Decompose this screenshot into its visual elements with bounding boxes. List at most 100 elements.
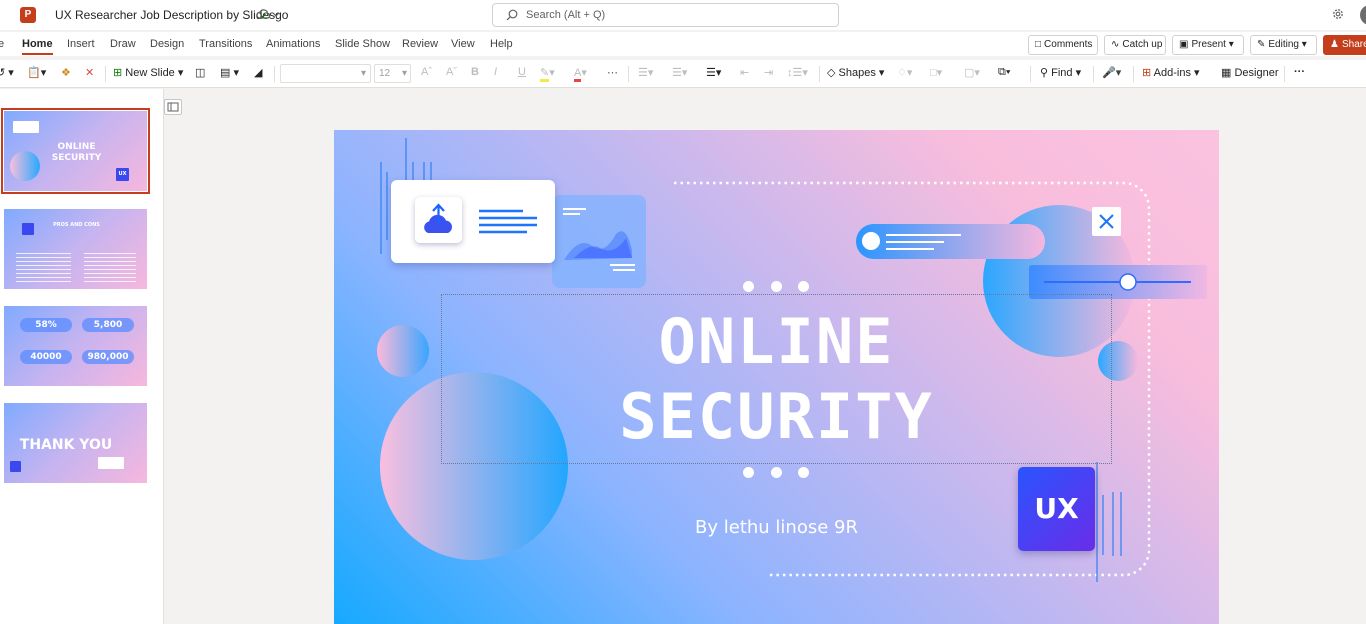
bold-icon[interactable]: B bbox=[471, 66, 479, 78]
increase-font-size-icon[interactable]: Aˆ bbox=[421, 66, 432, 78]
comments-label: Comments bbox=[1044, 39, 1093, 50]
bullets-icon[interactable]: ☰▾ bbox=[638, 66, 653, 79]
powerpoint-logo-icon: P bbox=[20, 7, 36, 23]
slide-thumbnail-pane: ONLINE SECURITY UX PROS AND CONS 58% 5,80… bbox=[0, 89, 164, 624]
home-ribbon: ↺ ▾ 📋▾ ❖ ✕ ⊞ New Slide ▾ ◫ ▤ ▾ ◢ ▾ 12 ▾ A… bbox=[0, 60, 1366, 88]
slide-thumbnail-2[interactable]: PROS AND CONS bbox=[4, 209, 147, 289]
thumb-thank-you: THANK YOU bbox=[19, 437, 113, 453]
slide-title-line-2[interactable]: SECURITY bbox=[334, 380, 1219, 453]
increase-indent-icon[interactable]: ⇥ bbox=[764, 66, 773, 79]
thumb-ux-badge: UX bbox=[116, 168, 129, 181]
user-avatar[interactable] bbox=[1360, 5, 1366, 25]
present-button[interactable]: ▣ Present ▾ bbox=[1172, 35, 1244, 55]
tab-file[interactable]: e bbox=[0, 38, 4, 50]
undo-icon[interactable]: ↺ ▾ bbox=[0, 66, 14, 79]
more-options-icon[interactable]: ··· bbox=[1294, 66, 1305, 78]
settings-gear-icon[interactable] bbox=[1331, 7, 1345, 21]
tab-transitions[interactable]: Transitions bbox=[199, 38, 252, 50]
slide-thumbnail-1[interactable]: ONLINE SECURITY UX bbox=[1, 108, 150, 194]
tab-draw[interactable]: Draw bbox=[110, 38, 136, 50]
layout-icon[interactable]: ▤ ▾ bbox=[220, 66, 239, 79]
thumb-stat-pill: 5,800 bbox=[82, 318, 134, 332]
shapes-label: Shapes bbox=[838, 67, 876, 79]
paste-icon[interactable]: 📋▾ bbox=[27, 66, 46, 79]
underline-icon[interactable]: U bbox=[518, 66, 526, 78]
slide-subtitle[interactable]: By lethu linose 9R bbox=[664, 517, 889, 538]
thumb-ux-badge bbox=[10, 461, 21, 472]
panel-icon bbox=[167, 102, 179, 112]
font-color-icon[interactable]: A▾ bbox=[574, 66, 587, 82]
tab-view[interactable]: View bbox=[451, 38, 475, 50]
tab-help[interactable]: Help bbox=[490, 38, 513, 50]
divider bbox=[1093, 66, 1094, 82]
thumb-icon-box bbox=[22, 223, 34, 235]
share-button[interactable]: ♟ Share bbox=[1323, 35, 1366, 55]
comments-button[interactable]: □ Comments bbox=[1028, 35, 1098, 55]
shape-fill-icon[interactable]: ♢▾ bbox=[897, 66, 912, 79]
pencil-icon: ✎ bbox=[1257, 39, 1266, 50]
thumb-text-lines bbox=[84, 253, 136, 283]
slide-thumbnail-3[interactable]: 58% 5,800 40000 980,000 bbox=[4, 306, 147, 386]
slide-background-icon[interactable]: ◢ bbox=[254, 66, 262, 79]
saved-to-cloud-icon[interactable] bbox=[255, 7, 271, 23]
reuse-slides-icon[interactable]: ◫ bbox=[195, 66, 205, 79]
dot bbox=[771, 467, 782, 478]
new-slide-button[interactable]: ⊞ New Slide ▾ bbox=[113, 66, 183, 79]
shape-outline-icon[interactable]: □▾ bbox=[930, 66, 942, 79]
find-label: Find bbox=[1051, 67, 1073, 79]
divider bbox=[1284, 66, 1285, 82]
catch-up-button[interactable]: ∿ Catch up bbox=[1104, 35, 1166, 55]
clear-formatting-icon[interactable]: ✕ bbox=[85, 66, 94, 79]
dot bbox=[743, 467, 754, 478]
highlight-color-icon[interactable]: ✎▾ bbox=[540, 66, 555, 82]
font-size-select[interactable]: 12 ▾ bbox=[374, 64, 411, 83]
decrease-indent-icon[interactable]: ⇤ bbox=[740, 66, 749, 79]
format-painter-icon[interactable]: ❖ bbox=[61, 66, 71, 79]
slide-title-line-1[interactable]: ONLINE bbox=[334, 305, 1219, 378]
ribbon-tabs: e Home Insert Draw Design Transitions An… bbox=[0, 32, 1366, 56]
document-title[interactable]: UX Researcher Job Description by Slidesg… bbox=[55, 8, 288, 22]
arrange-icon[interactable]: ⧉▾ bbox=[998, 66, 1010, 79]
divider bbox=[274, 66, 275, 82]
shapes-icon: ◇ bbox=[827, 67, 836, 79]
toggle-pill bbox=[856, 224, 1045, 259]
editing-mode-button[interactable]: ✎ Editing ▾ bbox=[1250, 35, 1317, 55]
add-ins-icon: ⊞ bbox=[1142, 67, 1152, 79]
tab-slide-show[interactable]: Slide Show bbox=[335, 38, 390, 50]
thumb-heading: PROS AND CONS bbox=[53, 222, 100, 228]
dot bbox=[798, 281, 809, 292]
dot bbox=[743, 281, 754, 292]
chevron-down-icon[interactable] bbox=[272, 12, 280, 18]
slide-thumbnail-4[interactable]: THANK YOU bbox=[4, 403, 147, 483]
catch-up-label: Catch up bbox=[1122, 39, 1163, 50]
more-font-options-icon[interactable]: ⋯ bbox=[607, 66, 618, 79]
tab-design[interactable]: Design bbox=[150, 38, 184, 50]
tab-home[interactable]: Home bbox=[22, 38, 53, 55]
search-placeholder: Search (Alt + Q) bbox=[526, 9, 606, 21]
thumb-stat-pill: 40000 bbox=[20, 350, 72, 364]
upload-card bbox=[391, 180, 555, 263]
italic-icon[interactable]: I bbox=[494, 66, 497, 78]
line-spacing-icon[interactable]: ↕☰▾ bbox=[787, 66, 808, 79]
add-ins-button[interactable]: ⊞ Add-ins ▾ bbox=[1142, 66, 1200, 79]
activity-icon: ∿ bbox=[1111, 39, 1120, 50]
font-name-select[interactable]: ▾ bbox=[280, 64, 371, 83]
collapse-pane-icon[interactable] bbox=[164, 99, 182, 115]
decrease-font-size-icon[interactable]: Aˇ bbox=[446, 66, 457, 78]
share-label: Share bbox=[1341, 39, 1366, 50]
tab-animations[interactable]: Animations bbox=[266, 38, 320, 50]
designer-button[interactable]: ▦ Designer bbox=[1221, 66, 1279, 79]
divider bbox=[1030, 66, 1031, 82]
find-button[interactable]: ⚲ Find ▾ bbox=[1040, 66, 1081, 79]
dictate-microphone-icon[interactable]: 🎤▾ bbox=[1102, 66, 1121, 79]
tab-insert[interactable]: Insert bbox=[67, 38, 95, 50]
search-icon bbox=[506, 9, 518, 21]
tab-review[interactable]: Review bbox=[402, 38, 438, 50]
share-icon: ♟ bbox=[1330, 39, 1339, 50]
slide-canvas[interactable]: ONLINE SECURITY By lethu linose 9R UX bbox=[334, 130, 1219, 624]
search-input[interactable]: Search (Alt + Q) bbox=[492, 3, 839, 27]
align-text-icon[interactable]: ☰▾ bbox=[706, 66, 721, 79]
shapes-button[interactable]: ◇ Shapes ▾ bbox=[827, 66, 884, 79]
shape-effects-icon[interactable]: ▢▾ bbox=[964, 66, 980, 79]
numbering-icon[interactable]: ☰▾ bbox=[672, 66, 687, 79]
